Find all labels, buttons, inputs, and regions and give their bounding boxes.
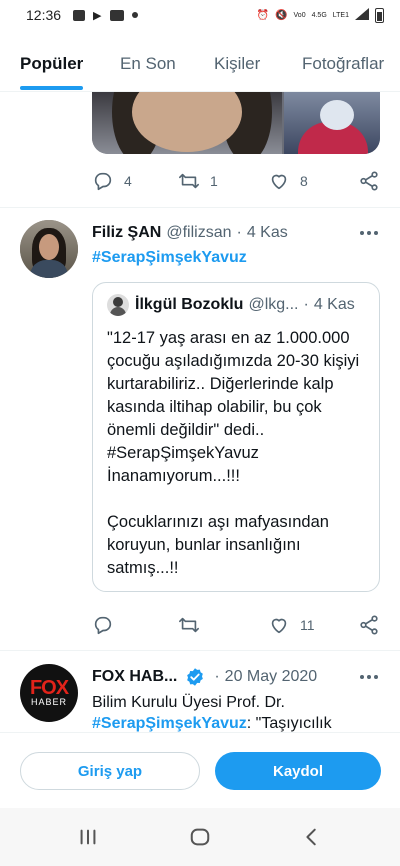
tab-en-son-label: En Son xyxy=(120,54,176,73)
tweet-text: Bilim Kurulu Üyesi Prof. Dr. #SerapŞimşe… xyxy=(92,692,382,732)
status-time: 12:36 xyxy=(26,7,62,23)
tab-populer-label: Popüler xyxy=(20,54,84,73)
alarm-icon: ⏰ xyxy=(256,9,270,21)
quoted-paragraph-2: Çocuklarınızı aşı mafyasından koruyun, b… xyxy=(107,513,329,577)
battery-icon xyxy=(375,7,384,23)
hashtag-link[interactable]: #SerapŞimşekYavuz xyxy=(92,249,247,267)
reply-icon xyxy=(94,616,112,635)
recent-apps-icon xyxy=(80,829,96,845)
tweet-actions: 11 xyxy=(92,612,380,638)
tweet-media-image[interactable] xyxy=(92,92,380,154)
active-tab-indicator xyxy=(20,86,84,90)
reply-button[interactable]: 4 xyxy=(92,170,132,192)
like-button[interactable]: 11 xyxy=(268,614,315,636)
quoted-tweet-text: "12-17 yaş arası en az 1.000.000 çocuğu … xyxy=(107,327,369,580)
tab-populer[interactable]: Popüler xyxy=(20,36,84,92)
tweet-date[interactable]: 20 May 2020 xyxy=(225,668,318,686)
signal-icon xyxy=(355,7,369,23)
separator: · xyxy=(214,668,220,685)
heart-icon xyxy=(271,618,287,634)
verified-badge-icon xyxy=(187,668,204,686)
more-dot xyxy=(360,231,364,235)
reply-count: 4 xyxy=(124,173,132,189)
status-bar: 12:36 ▶ ⏰ 🔇 Vo0 4.5G LTE1 xyxy=(0,0,400,30)
system-navigation-bar xyxy=(0,808,400,866)
author-handle[interactable]: @filizsan xyxy=(166,224,231,242)
tweet-date[interactable]: 4 Kas xyxy=(247,224,288,242)
more-dot xyxy=(374,231,378,235)
back-button[interactable] xyxy=(292,817,332,857)
more-dot xyxy=(367,231,371,235)
more-dot xyxy=(374,675,378,679)
reply-button[interactable] xyxy=(92,614,124,636)
retweet-button[interactable] xyxy=(178,614,210,636)
back-icon xyxy=(306,828,316,846)
more-dot xyxy=(360,675,364,679)
volte-label: Vo0 xyxy=(293,11,306,19)
like-count: 8 xyxy=(300,173,308,189)
author-name[interactable]: FOX HAB... xyxy=(92,668,177,686)
login-button[interactable]: Giriş yap xyxy=(20,752,200,790)
home-icon xyxy=(190,828,210,846)
timeline[interactable]: 4 1 8 Filiz ŞAN @filizsan · 4 Kas #Serap… xyxy=(0,92,400,732)
retweet-icon xyxy=(179,617,199,633)
youtube-icon xyxy=(109,9,124,21)
hashtag-link[interactable]: #SerapŞimşekYavuz xyxy=(92,715,247,732)
play-icon: ▶ xyxy=(93,9,102,22)
share-icon xyxy=(360,615,378,635)
tweet-text-line: Bilim Kurulu Üyesi Prof. Dr. xyxy=(92,694,285,711)
home-button[interactable] xyxy=(180,817,220,857)
retweet-count: 1 xyxy=(210,173,218,189)
tweet-text-continuation: : "Taşıyıcılık xyxy=(246,715,332,732)
network-speed: 4.5G xyxy=(311,11,327,19)
more-options-button[interactable] xyxy=(358,666,380,688)
fox-logo-text: FOX xyxy=(29,677,69,699)
share-icon xyxy=(360,171,378,191)
tab-kisiler-label: Kişiler xyxy=(214,54,261,73)
search-tabs: Popüler En Son Kişiler Fotoğraflar xyxy=(0,36,400,92)
retweet-icon xyxy=(179,173,199,189)
tab-kisiler[interactable]: Kişiler xyxy=(214,36,260,92)
tab-fotograflar-label: Fotoğraflar xyxy=(302,54,385,73)
recent-apps-button[interactable] xyxy=(68,817,108,857)
more-options-button[interactable] xyxy=(358,222,380,244)
signup-button[interactable]: Kaydol xyxy=(215,752,381,790)
mute-icon: 🔇 xyxy=(275,9,288,21)
tab-fotograflar[interactable]: Fotoğraflar xyxy=(302,36,384,92)
tweet-divider xyxy=(0,650,400,651)
avatar[interactable]: FOX HABER xyxy=(20,664,78,722)
separator: · xyxy=(236,224,242,241)
quoted-avatar xyxy=(107,294,129,316)
like-count: 11 xyxy=(300,617,315,633)
heart-icon xyxy=(271,174,287,190)
login-signup-bar: Giriş yap Kaydol xyxy=(0,732,400,808)
quoted-tweet-date: 4 Kas xyxy=(313,296,355,313)
notification-dot-icon xyxy=(131,12,138,18)
network-label: LTE1 xyxy=(332,11,349,19)
quoted-paragraph-1: "12-17 yaş arası en az 1.000.000 çocuğu … xyxy=(107,329,360,485)
retweet-button[interactable]: 1 xyxy=(178,170,218,192)
separator: · xyxy=(303,296,309,313)
tweet-header: Filiz ŞAN @filizsan · 4 Kas xyxy=(92,222,380,244)
reply-icon xyxy=(94,172,112,191)
tweet-actions: 4 1 8 xyxy=(92,168,380,194)
like-button[interactable]: 8 xyxy=(268,170,308,192)
quoted-author-handle: @lkg... xyxy=(248,296,299,313)
share-button[interactable] xyxy=(358,614,380,636)
share-button[interactable] xyxy=(358,170,380,192)
quoted-tweet-header: İlkgül Bozoklu @lkg... · 4 Kas xyxy=(107,293,365,317)
quoted-tweet[interactable]: İlkgül Bozoklu @lkg... · 4 Kas "12-17 ya… xyxy=(92,282,380,592)
author-name[interactable]: Filiz ŞAN xyxy=(92,224,161,242)
more-dot xyxy=(367,675,371,679)
tweet-divider xyxy=(0,207,400,208)
gallery-icon xyxy=(73,9,86,21)
haber-logo-text: HABER xyxy=(30,697,67,707)
avatar[interactable] xyxy=(20,220,78,278)
quoted-author-name: İlkgül Bozoklu xyxy=(135,296,244,313)
tab-en-son[interactable]: En Son xyxy=(120,36,176,92)
tweet-header: FOX HAB... · 20 May 2020 xyxy=(92,666,380,688)
